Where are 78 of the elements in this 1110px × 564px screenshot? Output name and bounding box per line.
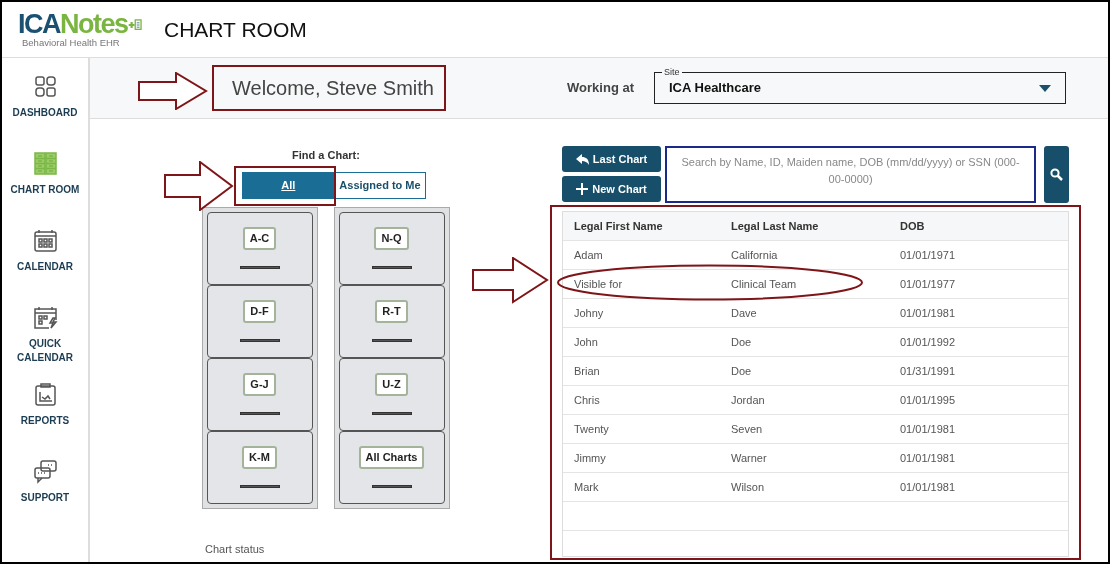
- sidebar-item[interactable]: CHART ROOM: [2, 151, 88, 228]
- table-cell-text: 01/01/1981: [900, 479, 956, 495]
- table-cell-text: Johny: [573, 305, 605, 321]
- table-cell-text: 01/01/1992: [900, 334, 956, 350]
- new-chart-button[interactable]: New Chart: [562, 176, 661, 202]
- drawer-handle: [371, 484, 412, 488]
- logo: ICANotes Behavioral Health EHR: [18, 11, 142, 48]
- cabinet-drawer[interactable]: N-Q: [338, 211, 445, 285]
- caret-icon: [1039, 84, 1051, 92]
- drawer-handle: [239, 265, 280, 269]
- table-cell-text: Chris: [573, 392, 601, 408]
- drawer-label: U-Z: [375, 373, 408, 396]
- cabinet-drawer[interactable]: All Charts: [338, 430, 445, 504]
- reply-arrow-icon: [575, 153, 589, 165]
- callout-arrow: [164, 161, 234, 211]
- drawer-handle: [239, 411, 280, 415]
- table-cell-text: Jimmy: [573, 450, 607, 466]
- page-title: CHART ROOM: [164, 16, 307, 43]
- table-cell-text: Seven: [731, 421, 764, 437]
- last-chart-button[interactable]: Last Chart: [562, 146, 661, 172]
- column-header: DOB: [900, 218, 925, 234]
- search-icon: [1050, 168, 1064, 181]
- chart-status-label: Chart status: [205, 541, 265, 557]
- table-cell-text: Adam: [573, 247, 604, 263]
- table-cell-text: 01/01/1977: [900, 276, 956, 292]
- drawer-label: K-M: [242, 446, 277, 469]
- table-cell-text: Doe: [731, 363, 753, 379]
- cabinet-drawer[interactable]: G-J: [206, 357, 313, 431]
- cabinet-drawer[interactable]: K-M: [206, 430, 313, 504]
- drawer-label: G-J: [243, 373, 276, 396]
- table-cell-text: 01/01/1981: [900, 305, 956, 321]
- cabinet-drawer[interactable]: D-F: [206, 284, 313, 358]
- sidebar-item[interactable]: DASHBOARD: [2, 74, 88, 151]
- drawer-label: R-T: [375, 300, 408, 323]
- table-cell-text: 01/01/1971: [900, 247, 956, 263]
- table-cell-text: Wilson: [731, 479, 765, 495]
- search-field[interactable]: Search by Name, ID, Maiden name, DOB (mm/dd/yyyy) or SSN (000-00-0000): [665, 146, 1037, 203]
- table-cell-text: Jordan: [731, 392, 766, 408]
- drawer-label: All Charts: [358, 446, 425, 469]
- table-cell-text: 01/01/1981: [900, 450, 956, 466]
- table-cell-text: Clinical Team: [731, 276, 798, 292]
- table-cell-text: Brian: [573, 363, 601, 379]
- drawer-handle: [371, 411, 412, 415]
- drawer-handle: [239, 338, 280, 342]
- table-cell-text: Dave: [731, 305, 758, 321]
- filter-tab[interactable]: Assigned to Me: [334, 171, 426, 199]
- table-cell-text: Twenty: [573, 421, 610, 437]
- table-cell-text: 01/01/1981: [900, 421, 956, 437]
- table-cell-text: Warner: [731, 450, 768, 466]
- column-header: Legal First Name: [573, 218, 664, 234]
- table-cell-text: Mark: [573, 479, 600, 495]
- table-cell-text: 01/01/1995: [900, 392, 956, 408]
- sidebar-item[interactable]: CALENDAR: [2, 228, 88, 305]
- working-at-label: Working at: [567, 79, 634, 98]
- drawer-label: N-Q: [374, 227, 409, 250]
- drawer-handle: [239, 484, 280, 488]
- table-cell-text: 01/31/1991: [900, 363, 956, 379]
- drawer-label: D-F: [243, 300, 276, 323]
- filter-tab[interactable]: All: [242, 171, 335, 199]
- find-chart-label: Find a Chart:: [292, 148, 360, 163]
- drawer-label: A-C: [242, 227, 277, 250]
- sidebar-item[interactable]: QUICK CALENDAR: [2, 305, 88, 382]
- table-cell-text: John: [573, 334, 599, 350]
- drawer-handle: [371, 265, 412, 269]
- drawer-handle: [371, 338, 412, 342]
- cabinet-drawer[interactable]: R-T: [338, 284, 445, 358]
- table-cell-text: Doe: [731, 334, 753, 350]
- table-cell-text: Visible for: [573, 276, 624, 292]
- sidebar-item[interactable]: REPORTS: [2, 382, 88, 459]
- sidebar-item[interactable]: SUPPORT: [2, 459, 88, 536]
- cabinet-drawer[interactable]: U-Z: [338, 357, 445, 431]
- welcome-text: Welcome, Steve Smith: [232, 77, 434, 99]
- plus-icon: [576, 183, 589, 195]
- cabinet-drawer[interactable]: A-C: [206, 211, 313, 285]
- callout-arrow: [138, 72, 208, 110]
- column-header: Legal Last Name: [731, 218, 820, 234]
- table-cell-text: California: [731, 247, 779, 263]
- search-button[interactable]: [1044, 146, 1069, 203]
